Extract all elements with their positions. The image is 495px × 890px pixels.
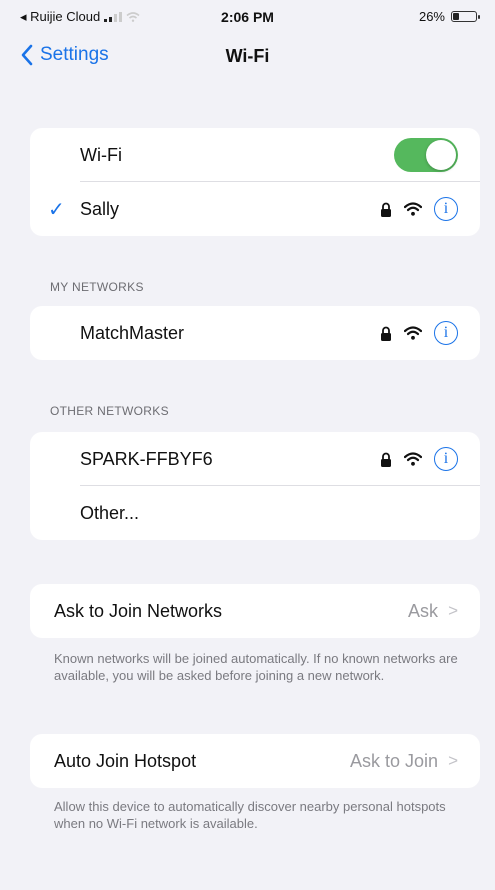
- checkmark-icon: ✓: [48, 198, 65, 221]
- network-status-icons: i: [380, 321, 458, 345]
- other-networks-header: OTHER NETWORKS: [50, 404, 169, 418]
- auto-join-hotspot-value: Ask to Join: [350, 750, 439, 771]
- chevron-right-icon: >: [448, 751, 458, 770]
- wifi-group: Wi-Fi ✓ Sally i: [30, 128, 480, 236]
- battery-icon: [451, 11, 480, 22]
- other-network-row[interactable]: Other...: [30, 486, 480, 540]
- ask-to-join-footnote: Known networks will be joined automatica…: [54, 651, 458, 683]
- navigation-bar: Settings Wi-Fi: [0, 44, 495, 76]
- network-name: MatchMaster: [80, 322, 185, 343]
- ask-to-join-label: Ask to Join Networks: [54, 600, 223, 621]
- info-icon[interactable]: i: [434, 197, 458, 221]
- other-network-label: Other...: [80, 502, 140, 523]
- auto-join-hotspot-footnote: Allow this device to automatically disco…: [54, 799, 446, 831]
- ask-to-join-value: Ask: [408, 600, 439, 621]
- ask-to-join-value-wrap: Ask >: [408, 601, 458, 622]
- auto-join-hotspot-value-wrap: Ask to Join >: [350, 751, 458, 772]
- connected-network-row[interactable]: ✓ Sally i: [30, 182, 480, 236]
- other-networks-group: SPARK-FFBYF6 i Other...: [30, 432, 480, 540]
- info-icon[interactable]: i: [434, 447, 458, 471]
- network-status-icons: i: [380, 197, 458, 221]
- lock-icon: [381, 326, 391, 341]
- ask-to-join-row[interactable]: Ask to Join Networks Ask >: [30, 584, 480, 638]
- status-right: 26%: [418, 9, 480, 24]
- ask-to-join-group: Ask to Join Networks Ask >: [30, 584, 480, 638]
- lock-icon: [381, 452, 391, 467]
- toggle-knob: [426, 140, 456, 170]
- wifi-toggle-label: Wi-Fi: [80, 144, 122, 165]
- wifi-signal-icon: [404, 202, 422, 216]
- lock-icon: [381, 202, 391, 217]
- battery-fill: [453, 13, 460, 20]
- status-bar: ◂ Ruijie Cloud 2:06 PM 26%: [0, 0, 495, 36]
- wifi-signal-icon: [404, 452, 422, 466]
- my-networks-group: MatchMaster i: [30, 306, 480, 360]
- wifi-toggle-row: Wi-Fi: [30, 128, 480, 182]
- auto-join-hotspot-label: Auto Join Hotspot: [54, 750, 197, 771]
- battery-percent: 26%: [418, 9, 445, 24]
- network-row[interactable]: MatchMaster i: [30, 306, 480, 360]
- wifi-signal-icon: [404, 326, 422, 340]
- my-networks-header: MY NETWORKS: [50, 280, 144, 294]
- wifi-toggle-switch[interactable]: [394, 138, 458, 172]
- network-status-icons: i: [380, 447, 458, 471]
- connected-network-name: Sally: [80, 198, 120, 219]
- network-row[interactable]: SPARK-FFBYF6 i: [30, 432, 480, 486]
- auto-join-hotspot-row[interactable]: Auto Join Hotspot Ask to Join >: [30, 734, 480, 788]
- chevron-right-icon: >: [448, 601, 458, 620]
- page-title: Wi-Fi: [225, 46, 270, 66]
- network-name: SPARK-FFBYF6: [80, 448, 213, 469]
- info-icon[interactable]: i: [434, 321, 458, 345]
- auto-join-hotspot-group: Auto Join Hotspot Ask to Join >: [30, 734, 480, 788]
